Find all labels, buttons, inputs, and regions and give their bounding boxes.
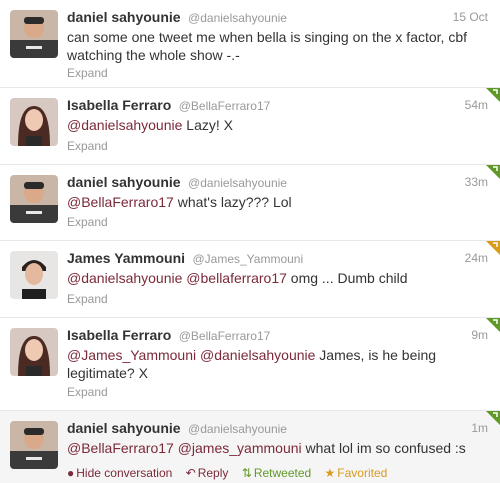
user-fullname[interactable]: daniel sahyounie [67, 9, 181, 25]
tweet-text: @danielsahyounie Lazy! X [67, 116, 488, 134]
tweet-header: daniel sahyounie @danielsahyounie 1m [67, 420, 488, 438]
tweet-text: can some one tweet me when bella is sing… [67, 28, 488, 64]
tweet-timestamp[interactable]: 54m [465, 98, 488, 112]
expand-link[interactable]: Expand [67, 385, 108, 399]
expand-link[interactable]: Expand [67, 139, 108, 153]
retweet-corner-icon [486, 241, 500, 255]
user-handle[interactable]: @danielsahyounie [188, 422, 287, 436]
retweet-corner-icon [486, 411, 500, 425]
avatar[interactable] [10, 10, 58, 58]
user-fullname[interactable]: Isabella Ferraro [67, 327, 171, 343]
favorited-label: Favorited [337, 466, 388, 480]
favorited-button[interactable]: ★ Favorited [325, 466, 388, 480]
reply-icon: ↶ [185, 466, 196, 480]
avatar[interactable] [10, 328, 58, 376]
user-fullname[interactable]: James Yammouni [67, 250, 185, 266]
reply-label: Reply [197, 466, 229, 480]
avatar[interactable] [10, 98, 58, 146]
retweeted-icon: ⇅ [241, 466, 252, 480]
user-fullname[interactable]: daniel sahyounie [67, 174, 181, 190]
hide-conversation-label: Hide conversation [76, 466, 173, 480]
expand-link[interactable]: Expand [67, 66, 108, 80]
tweet-item[interactable]: daniel sahyounie @danielsahyounie 15 Oct… [0, 0, 500, 88]
expand-link[interactable]: Expand [67, 215, 108, 229]
tweet-header: James Yammouni @James_Yammouni 24m [67, 250, 488, 268]
tweet-header: Isabella Ferraro @BellaFerraro17 54m [67, 97, 488, 115]
user-handle[interactable]: @BellaFerraro17 [179, 99, 271, 113]
hide-conversation-button[interactable]: ● Hide conversation [67, 466, 172, 480]
tweet-timestamp[interactable]: 9m [471, 328, 488, 342]
tweet-text-body: James, is he being [315, 347, 437, 363]
mention-link[interactable]: @james_yammouni [178, 440, 302, 456]
user-handle[interactable]: @James_Yammouni [192, 252, 303, 266]
favorite-star-icon: ★ [324, 466, 336, 480]
retweeted-button[interactable]: ⇅ Retweeted [242, 466, 311, 480]
avatar[interactable] [10, 251, 58, 299]
retweet-corner-icon [486, 318, 500, 332]
tweet-header: daniel sahyounie @danielsahyounie 15 Oct [67, 9, 488, 27]
mention-link[interactable]: @danielsahyounie [200, 347, 315, 363]
tweet-text-line: can some one tweet me when bella is sing… [67, 29, 468, 45]
tweet-item[interactable]: daniel sahyounie @danielsahyounie 33m @B… [0, 165, 500, 241]
mention-link[interactable]: @BellaFerraro17 [67, 194, 174, 210]
tweet-text-line: @James_Yammouni @danielsahyounie James, … [67, 346, 488, 364]
tweet-timeline: daniel sahyounie @danielsahyounie 15 Oct… [0, 0, 500, 483]
mention-link[interactable]: @James_Yammouni [67, 347, 196, 363]
tweet-text-body: what's lazy??? Lol [173, 194, 292, 210]
tweet-item[interactable]: daniel sahyounie @danielsahyounie 1m @Be… [0, 411, 500, 483]
tweet-text: @BellaFerraro17 what's lazy??? Lol [67, 193, 488, 211]
user-handle[interactable]: @danielsahyounie [188, 176, 287, 190]
tweet-text-body: Lazy! X [182, 117, 233, 133]
tweet-text: @danielsahyounie @bellaferraro17 omg ...… [67, 269, 488, 287]
tweet-text-body: what lol im so confused :s [301, 440, 466, 456]
tweet-item[interactable]: James Yammouni @James_Yammouni 24m @dani… [0, 241, 500, 318]
tweet-header: daniel sahyounie @danielsahyounie 33m [67, 174, 488, 192]
user-fullname[interactable]: daniel sahyounie [67, 420, 181, 436]
tweet-text-line: legitimate? X [67, 365, 148, 381]
tweet-timestamp[interactable]: 15 Oct [453, 10, 488, 24]
avatar[interactable] [10, 175, 58, 223]
retweet-corner-icon [486, 88, 500, 102]
tweet-text-line: watching the whole show -.- [67, 47, 240, 63]
user-handle[interactable]: @BellaFerraro17 [179, 329, 271, 343]
expand-link[interactable]: Expand [67, 292, 108, 306]
user-fullname[interactable]: Isabella Ferraro [67, 97, 171, 113]
tweet-timestamp[interactable]: 33m [465, 175, 488, 189]
tweet-text: @BellaFerraro17 @james_yammouni what lol… [67, 439, 488, 457]
tweet-text: @James_Yammouni @danielsahyounie James, … [67, 346, 488, 382]
retweeted-label: Retweeted [253, 466, 312, 480]
mention-link[interactable]: @BellaFerraro17 [67, 440, 174, 456]
avatar[interactable] [10, 421, 58, 469]
mention-link[interactable]: @danielsahyounie [67, 270, 182, 286]
tweet-timestamp[interactable]: 1m [471, 421, 488, 435]
mention-link[interactable]: @danielsahyounie [67, 117, 182, 133]
reply-button[interactable]: ↶ Reply [186, 466, 229, 480]
tweet-header: Isabella Ferraro @BellaFerraro17 9m [67, 327, 488, 345]
retweet-corner-icon [486, 165, 500, 179]
hide-conversation-icon: ● [67, 466, 75, 480]
tweet-item[interactable]: Isabella Ferraro @BellaFerraro17 9m @Jam… [0, 318, 500, 411]
tweet-timestamp[interactable]: 24m [465, 251, 488, 265]
tweet-item[interactable]: Isabella Ferraro @BellaFerraro17 54m @da… [0, 88, 500, 165]
user-handle[interactable]: @danielsahyounie [188, 11, 287, 25]
tweet-text-body: omg ... Dumb child [286, 270, 408, 286]
mention-link[interactable]: @bellaferraro17 [186, 270, 287, 286]
tweet-actions: ● Hide conversation ↶ Reply ⇅ Retweeted ★ Fa… [67, 466, 397, 480]
